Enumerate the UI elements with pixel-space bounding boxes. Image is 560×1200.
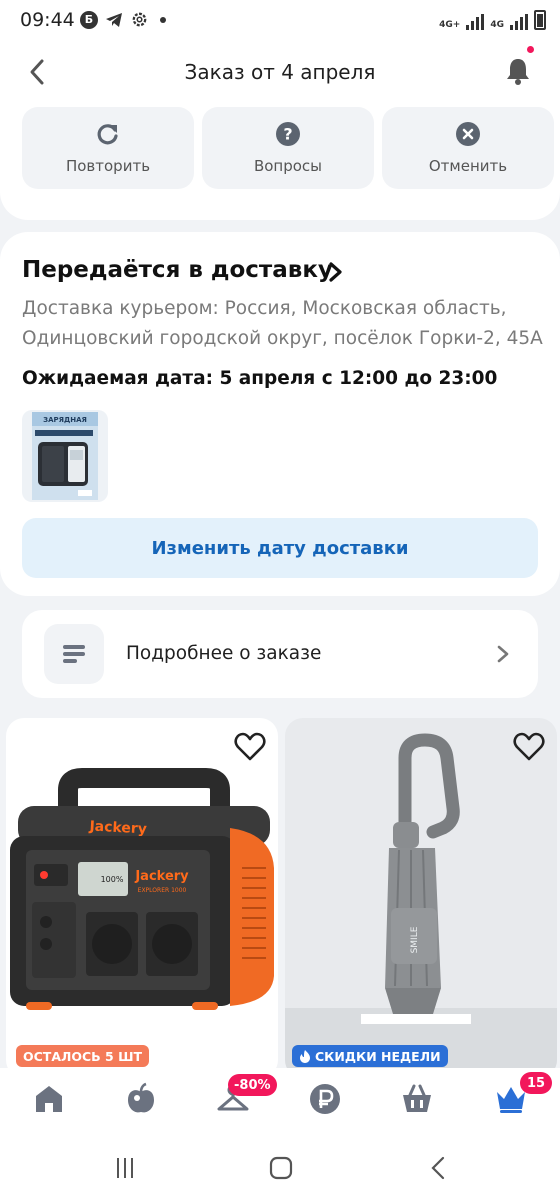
jackery-top-logo: Jackery <box>88 818 147 837</box>
status-bar: 09:44 Б 4G+ 4G <box>0 0 560 42</box>
status-time: 09:44 <box>20 9 75 31</box>
telegram-icon <box>106 12 122 27</box>
dot-icon <box>160 16 166 23</box>
questions-label: Вопросы <box>253 157 323 175</box>
back-button-icon[interactable] <box>426 1156 452 1180</box>
repeat-order-label: Повторить <box>65 157 151 175</box>
weekly-deals-badge: СКИДКИ НЕДЕЛИ <box>292 1045 448 1067</box>
expected-date: Ожидаемая дата: 5 апреля с 12:00 до 23:0… <box>22 368 498 389</box>
signal-icon-2 <box>510 14 528 30</box>
chevron-right-icon[interactable] <box>326 261 344 283</box>
repeat-order-button[interactable]: Повторить <box>22 107 194 189</box>
b-circle-icon: Б <box>80 10 98 29</box>
notification-dot <box>527 46 534 53</box>
power-station-thumbnail-image: ЗАРЯДНАЯ <box>32 412 98 500</box>
profile-badge: 15 <box>520 1072 552 1094</box>
thumbnail-caption: ЗАРЯДНАЯ <box>43 416 87 424</box>
status-notification-icons: Б <box>80 10 166 29</box>
weekly-deals-label: СКИДКИ НЕДЕЛИ <box>315 1048 441 1064</box>
bottom-navigation: -80% 15 <box>0 1068 560 1134</box>
question-icon: ? <box>276 122 300 146</box>
status-system-icons: 4G+ 4G <box>439 10 546 30</box>
order-header-card: Заказ от 4 апреля Повторить ? Вопросы От… <box>0 42 560 220</box>
refresh-icon <box>97 124 118 145</box>
recent-apps-icon[interactable] <box>112 1156 138 1180</box>
product-thumbnail[interactable]: ЗАРЯДНАЯ <box>22 410 108 502</box>
smile-label: SMILE <box>410 926 420 953</box>
delivery-address: Доставка курьером: Россия, Московская об… <box>22 298 543 349</box>
chevron-right-icon <box>497 645 509 663</box>
svg-text:?: ? <box>283 125 292 144</box>
fire-icon <box>300 1049 310 1063</box>
network-4g-plus: 4G+ <box>439 20 461 30</box>
settings-icon <box>132 12 147 27</box>
change-delivery-date-button[interactable]: Изменить дату доставки <box>22 518 538 578</box>
delivery-status[interactable]: Передаётся в доставку <box>22 257 333 283</box>
delivery-card: Передаётся в доставку Доставка курьером:… <box>0 232 560 596</box>
questions-button[interactable]: ? Вопросы <box>202 107 374 189</box>
signal-icon <box>466 14 485 30</box>
apple-icon[interactable] <box>124 1082 158 1116</box>
list-icon-container <box>44 624 104 684</box>
heart-icon[interactable] <box>234 732 266 762</box>
jackery-model: EXPLORER 1000 <box>138 887 187 894</box>
jackery-front-logo: Jackery <box>134 869 189 884</box>
page-title: Заказ от 4 апреля <box>184 60 376 84</box>
bell-icon[interactable] <box>504 56 532 86</box>
heart-icon[interactable] <box>513 732 545 762</box>
umbrella-image: SMILE <box>285 733 557 1078</box>
ruble-icon[interactable] <box>308 1082 342 1116</box>
low-stock-badge: ОСТАЛОСЬ 5 ШТ <box>16 1045 150 1067</box>
home-button-icon[interactable] <box>268 1156 294 1180</box>
cancel-order-label: Отменить <box>428 157 508 175</box>
home-icon[interactable] <box>32 1082 66 1116</box>
battery-icon <box>534 10 546 30</box>
system-navigation-bar <box>0 1134 560 1200</box>
order-details-label: Подробнее о заказе <box>126 643 322 664</box>
power-station-image: Jackery 100% Jackery EXPLORER 1000 <box>10 768 274 1010</box>
product-card-umbrella[interactable]: SMILE СКИДКИ НЕДЕЛИ <box>285 718 557 1078</box>
close-icon <box>456 122 480 146</box>
order-details-link[interactable]: Подробнее о заказе <box>22 610 538 698</box>
cancel-order-button[interactable]: Отменить <box>382 107 554 189</box>
product-card-power-station[interactable]: Jackery 100% Jackery EXPLORER 1000 ОСТАЛ <box>6 718 278 1078</box>
network-4g: 4G <box>490 20 504 30</box>
promo-badge: -80% <box>228 1074 277 1096</box>
order-actions: Повторить ? Вопросы Отменить <box>22 107 554 189</box>
display-percent: 100% <box>101 875 124 884</box>
basket-icon[interactable] <box>400 1082 434 1116</box>
list-icon <box>63 645 85 663</box>
